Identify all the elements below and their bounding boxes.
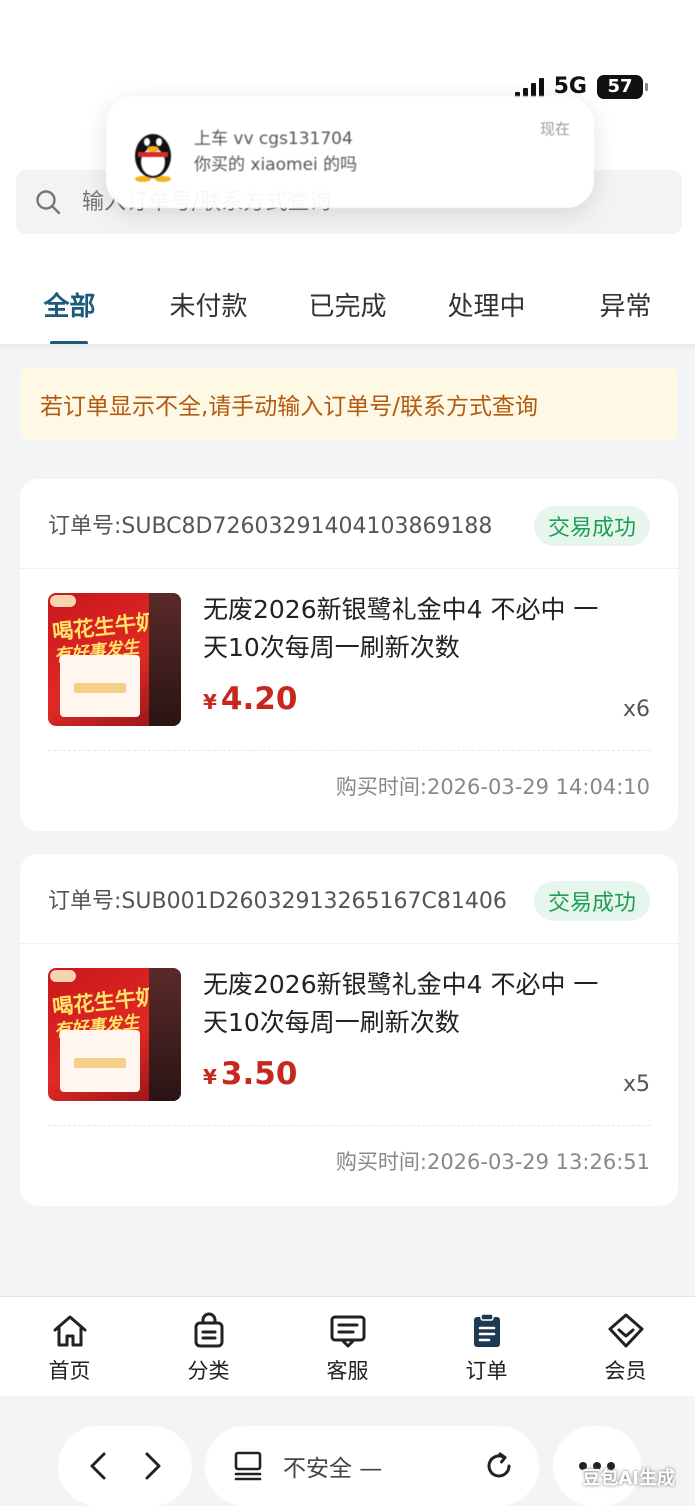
divider bbox=[0, 344, 695, 350]
quantity: x5 bbox=[622, 1072, 650, 1097]
order-number: 订单号:SUBC8D72603291404103869188 bbox=[48, 513, 493, 539]
product-thumbnail: 喝花生牛奶 有好事发生 bbox=[48, 593, 181, 726]
order-item[interactable]: 喝花生牛奶 有好事发生 无废2026新银鹭礼金中4 不必中 一天10次每周一刷新… bbox=[20, 569, 678, 751]
reload-icon[interactable] bbox=[483, 1450, 515, 1482]
bag-icon bbox=[194, 1312, 223, 1348]
order-number: 订单号:SUB001D26032913265167C81406 bbox=[48, 888, 507, 914]
diamond-icon bbox=[608, 1313, 643, 1348]
tab-all[interactable]: 全部 bbox=[0, 270, 139, 345]
nav-label-home: 首页 bbox=[48, 1359, 91, 1383]
tabs-icon bbox=[234, 1451, 262, 1481]
tab-abnormal[interactable]: 异常 bbox=[556, 270, 695, 345]
notice-banner: 若订单显示不全,请手动输入订单号/联系方式查询 bbox=[20, 368, 678, 440]
thumbnail-card bbox=[60, 655, 140, 717]
order-item[interactable]: 喝花生牛奶 有好事发生 无废2026新银鹭礼金中4 不必中 一天10次每周一刷新… bbox=[20, 944, 678, 1126]
tab-completed[interactable]: 已完成 bbox=[278, 270, 417, 345]
thumbnail-card bbox=[60, 1030, 140, 1092]
nav-label-member: 会员 bbox=[604, 1359, 647, 1383]
tab-processing[interactable]: 处理中 bbox=[417, 270, 556, 345]
address-text: 不安全 — bbox=[283, 1456, 383, 1482]
forward-icon[interactable] bbox=[137, 1449, 167, 1483]
nav-item-orders[interactable]: 订单 bbox=[417, 1297, 556, 1396]
product-title: 无废2026新银鹭礼金中4 不必中 一天10次每周一刷新次数 bbox=[203, 970, 599, 1037]
back-icon[interactable] bbox=[84, 1449, 114, 1483]
browser-nav-buttons bbox=[58, 1426, 192, 1506]
order-header: 订单号:SUB001D26032913265167C81406 交易成功 bbox=[20, 854, 678, 944]
order-tabs: 全部 未付款 已完成 处理中 异常 bbox=[0, 270, 695, 345]
product-thumbnail: 喝花生牛奶 有好事发生 bbox=[48, 968, 181, 1101]
watermark: 豆包AI生成 bbox=[582, 1468, 675, 1489]
product-title: 无废2026新银鹭礼金中4 不必中 一天10次每周一刷新次数 bbox=[203, 595, 599, 662]
battery-level: 57 bbox=[607, 76, 633, 97]
thumbnail-shadow bbox=[149, 968, 181, 1101]
price-value: 4.20 bbox=[220, 681, 298, 717]
status-badge: 交易成功 bbox=[533, 881, 650, 921]
price-value: 3.50 bbox=[220, 1056, 298, 1092]
notification-message: 你买的 xiaomei 的吗 bbox=[194, 155, 358, 175]
order-header: 订单号:SUBC8D72603291404103869188 交易成功 bbox=[20, 479, 678, 569]
product-price: ¥4.20 bbox=[203, 681, 297, 717]
tab-unpaid[interactable]: 未付款 bbox=[139, 270, 278, 345]
quantity: x6 bbox=[622, 697, 650, 722]
purchase-time: 购买时间:2026-03-29 13:26:51 bbox=[335, 1150, 650, 1174]
battery-icon: 57 bbox=[597, 74, 648, 99]
notification-time: 现在 bbox=[539, 120, 570, 138]
currency-symbol: ¥ bbox=[203, 1065, 217, 1089]
nav-label-orders: 订单 bbox=[465, 1359, 508, 1383]
qq-penguin-icon bbox=[135, 134, 171, 182]
search-icon bbox=[36, 190, 61, 215]
nav-item-service[interactable]: 客服 bbox=[278, 1297, 417, 1396]
currency-symbol: ¥ bbox=[203, 690, 217, 714]
nav-item-category[interactable]: 分类 bbox=[139, 1297, 278, 1396]
signal-icon bbox=[514, 76, 544, 98]
home-icon bbox=[53, 1315, 86, 1347]
thumbnail-shadow bbox=[149, 593, 181, 726]
status-badge: 交易成功 bbox=[533, 506, 650, 546]
divider bbox=[48, 1125, 650, 1126]
notification-banner[interactable]: 上车 vv cgs131704 你买的 xiaomei 的吗 现在 bbox=[106, 96, 594, 208]
nav-label-service: 客服 bbox=[326, 1359, 369, 1383]
product-price: ¥3.50 bbox=[203, 1056, 297, 1092]
nav-label-category: 分类 bbox=[187, 1359, 230, 1383]
thumbnail-logo bbox=[50, 970, 76, 982]
nav-item-home[interactable]: 首页 bbox=[0, 1297, 139, 1396]
notification-title: 上车 vv cgs131704 bbox=[194, 129, 353, 149]
chat-icon bbox=[330, 1315, 365, 1348]
purchase-time: 购买时间:2026-03-29 14:04:10 bbox=[335, 775, 650, 799]
order-card[interactable]: 订单号:SUB001D26032913265167C81406 交易成功 喝花生… bbox=[20, 854, 678, 1206]
thumbnail-logo bbox=[50, 595, 76, 607]
nav-item-member[interactable]: 会员 bbox=[556, 1297, 695, 1396]
divider bbox=[48, 750, 650, 751]
address-bar[interactable]: 不安全 — bbox=[205, 1426, 539, 1506]
order-card[interactable]: 订单号:SUBC8D72603291404103869188 交易成功 喝花生牛… bbox=[20, 479, 678, 831]
bottom-nav: 首页 分类 客服 订单 会员 bbox=[0, 1296, 695, 1396]
clipboard-icon bbox=[473, 1313, 500, 1347]
